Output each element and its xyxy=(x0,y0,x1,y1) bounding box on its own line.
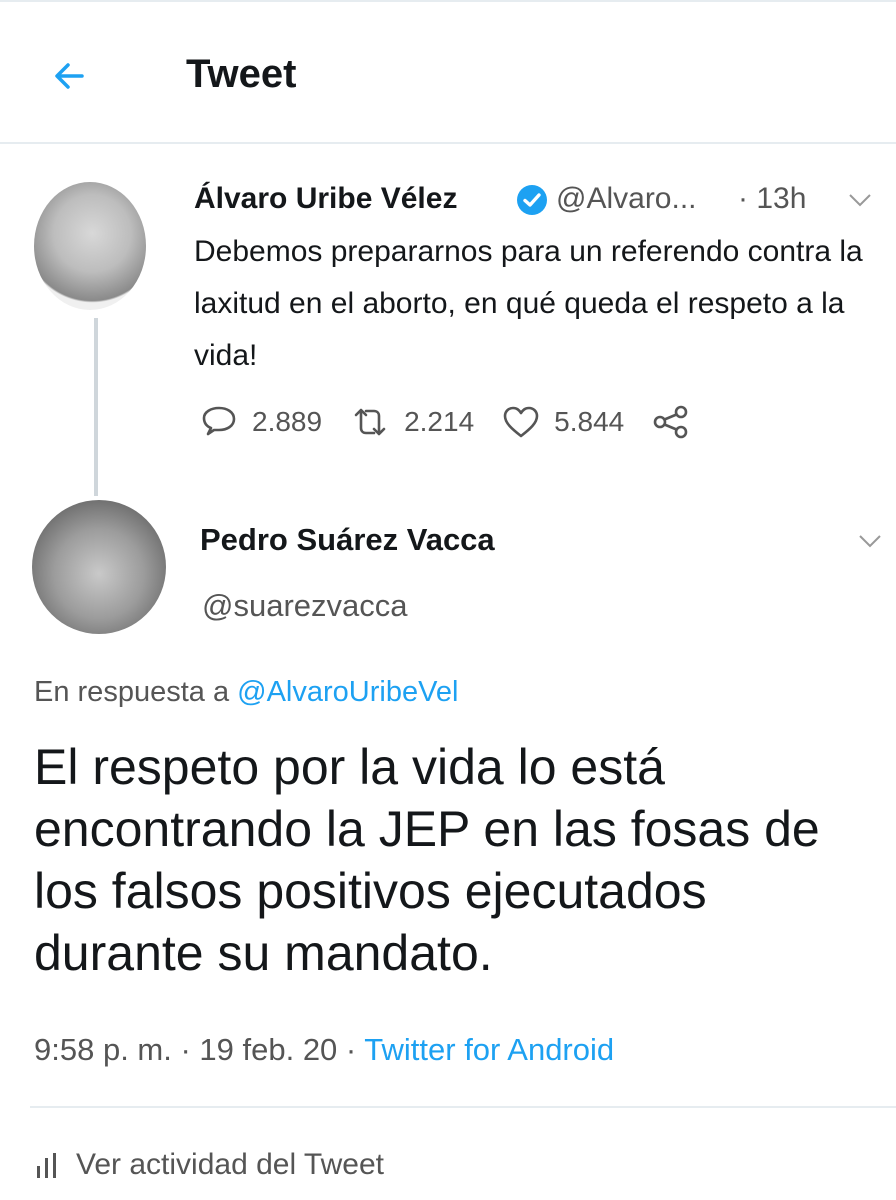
tweet-timestamp: 9:58 p. m. · 19 feb. 20 · xyxy=(34,1032,357,1067)
like-count: 5.844 xyxy=(554,406,625,437)
parent-author-handle[interactable]: @Alvaro... xyxy=(556,182,697,216)
chevron-down-icon[interactable] xyxy=(856,530,884,552)
parent-tweet-actions: 2.889 2.214 5.844 xyxy=(200,400,732,444)
reply-author-handle[interactable]: @suarezvacca xyxy=(202,588,408,624)
share-button[interactable] xyxy=(652,404,704,440)
retweet-count: 2.214 xyxy=(404,406,475,437)
in-reply-to-line: En respuesta a @AlvaroUribeVel xyxy=(34,676,458,709)
back-button[interactable] xyxy=(48,54,96,98)
reply-author-name[interactable]: Pedro Suárez Vacca xyxy=(200,522,495,558)
header-divider xyxy=(0,142,896,144)
parent-tweet-text: Debemos prepararnos para un referendo co… xyxy=(194,235,863,372)
retweet-button[interactable]: 2.214 xyxy=(350,404,474,440)
parent-tweet-time: · 13h xyxy=(738,182,807,215)
like-icon xyxy=(503,406,539,438)
retweet-icon xyxy=(354,408,386,436)
parent-author-name[interactable]: Álvaro Uribe Vélez xyxy=(194,182,457,216)
tweet-source-link[interactable]: Twitter for Android xyxy=(364,1032,614,1067)
in-reply-mention-link[interactable]: @AlvaroUribeVel xyxy=(237,676,458,708)
view-activity-label: Ver actividad del Tweet xyxy=(76,1148,384,1181)
verified-badge-icon xyxy=(517,185,547,215)
chevron-down-icon[interactable] xyxy=(846,188,874,212)
top-edge-line xyxy=(0,0,896,2)
reply-button[interactable]: 2.889 xyxy=(200,404,322,440)
arrow-left-icon xyxy=(55,63,84,89)
like-button[interactable]: 5.844 xyxy=(502,405,624,439)
tweet-metadata: 9:58 p. m. · 19 feb. 20 · Twitter for An… xyxy=(34,1032,614,1068)
reply-count: 2.889 xyxy=(252,406,323,437)
avatar-alvaro-uribe[interactable] xyxy=(34,182,146,310)
activity-divider xyxy=(30,1106,896,1108)
thread-connector-line xyxy=(94,318,98,496)
bar-chart-icon xyxy=(37,1153,56,1178)
reply-tweet-text: El respeto por la vida lo está encontran… xyxy=(34,739,820,981)
share-icon xyxy=(653,405,688,439)
page-title: Tweet xyxy=(186,52,297,96)
in-reply-prefix: En respuesta a xyxy=(34,676,230,708)
view-activity-button[interactable]: Ver actividad del Tweet xyxy=(34,1148,384,1182)
avatar-pedro-suarez[interactable] xyxy=(32,500,166,634)
reply-icon xyxy=(202,406,236,436)
